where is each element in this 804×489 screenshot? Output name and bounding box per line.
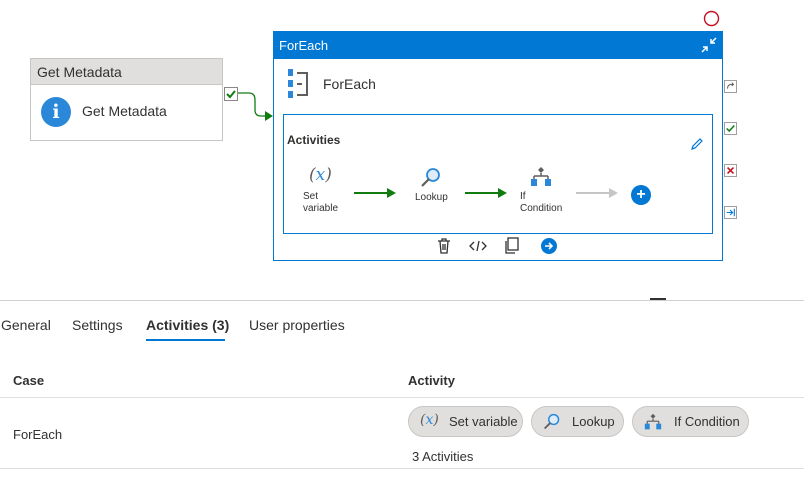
success-output-icon[interactable]: [224, 87, 238, 101]
foreach-header: ForEach: [274, 32, 722, 59]
activity-chip-set-variable[interactable]: (x) Set variable: [408, 406, 523, 437]
inner-activity-label: Lookup: [415, 192, 448, 203]
add-activity-button[interactable]: +: [631, 185, 651, 205]
completion-output-icon[interactable]: [724, 206, 737, 219]
inner-activities-canvas[interactable]: Activities (x) Set variable Lookup If Co…: [283, 114, 713, 234]
lookup-icon: [421, 168, 440, 187]
get-metadata-header: Get Metadata: [31, 59, 222, 85]
skipped-output-icon[interactable]: [724, 80, 737, 93]
column-header-case: Case: [13, 373, 45, 388]
success-arrow: [465, 188, 507, 198]
delete-icon[interactable]: [435, 237, 453, 255]
success-connector: [238, 92, 273, 121]
tab-settings[interactable]: Settings: [72, 317, 123, 333]
info-icon: i: [41, 97, 71, 127]
collapse-icon[interactable]: [700, 36, 718, 54]
inner-activity-set-variable[interactable]: (x) Set variable: [302, 165, 346, 215]
code-icon[interactable]: [469, 237, 487, 255]
success-output-icon[interactable]: [724, 122, 737, 135]
inner-activity-label: Set variable: [303, 191, 339, 214]
panel-divider[interactable]: [0, 300, 804, 301]
lookup-icon: [543, 413, 560, 430]
variable-icon: (x): [309, 165, 332, 185]
edit-pencil-icon[interactable]: [690, 137, 704, 151]
active-tab-indicator: [146, 339, 225, 341]
table-divider: [0, 468, 804, 469]
resize-grip[interactable]: [650, 298, 666, 300]
chip-label: If Condition: [674, 414, 740, 429]
foreach-icon: [288, 69, 308, 98]
pending-arrow: [576, 188, 618, 198]
if-condition-icon: [644, 413, 662, 430]
failure-output-icon[interactable]: [724, 164, 737, 177]
get-metadata-activity[interactable]: Get Metadata i Get Metadata: [30, 58, 223, 141]
tab-user-properties[interactable]: User properties: [249, 317, 345, 333]
breakpoint-icon[interactable]: [703, 10, 720, 27]
activity-chip-if-condition[interactable]: If Condition: [632, 406, 749, 437]
copy-icon[interactable]: [503, 237, 521, 255]
get-metadata-label: Get Metadata: [82, 103, 167, 119]
chip-label: Set variable: [449, 414, 518, 429]
inner-activity-if-condition[interactable]: If Condition: [520, 165, 570, 215]
inner-activity-lookup[interactable]: Lookup: [413, 165, 453, 205]
table-divider: [0, 397, 804, 398]
if-condition-icon: [531, 167, 551, 186]
inner-activity-label: If Condition: [520, 191, 563, 214]
activities-count: 3 Activities: [412, 449, 474, 464]
variable-icon: (x): [420, 412, 439, 428]
success-arrow: [354, 188, 396, 198]
go-to-activity-icon[interactable]: [540, 237, 558, 255]
foreach-activity[interactable]: ForEach ForEach Activities (x) Set varia…: [273, 31, 723, 261]
chip-label: Lookup: [572, 414, 615, 429]
tab-activities[interactable]: Activities (3): [146, 317, 229, 333]
activities-title: Activities: [287, 133, 341, 147]
activity-chip-lookup[interactable]: Lookup: [531, 406, 624, 437]
foreach-label: ForEach: [323, 76, 376, 92]
tab-general[interactable]: General: [1, 317, 51, 333]
case-cell: ForEach: [13, 427, 63, 442]
column-header-activity: Activity: [408, 373, 455, 388]
